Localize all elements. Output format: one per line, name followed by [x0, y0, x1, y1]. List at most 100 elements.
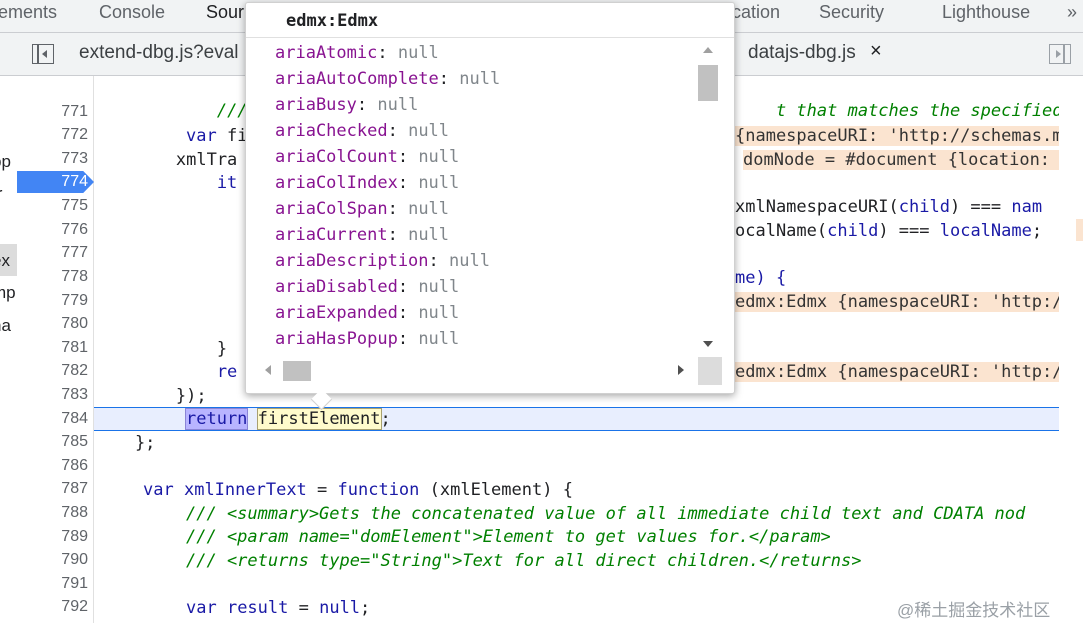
- tab-lighthouse[interactable]: Lighthouse: [942, 0, 1030, 24]
- property-value: null: [418, 277, 460, 297]
- line-number[interactable]: 787: [17, 478, 88, 500]
- line-number[interactable]: 790: [17, 549, 88, 571]
- code-line-773[interactable]: xmlTra: [94, 149, 237, 171]
- file-tab-extend-dbg[interactable]: extend-dbg.js?eval: [79, 42, 239, 64]
- property-row[interactable]: ariaChecked: null: [275, 120, 449, 142]
- line-number[interactable]: 772: [17, 124, 88, 146]
- property-row[interactable]: ariaColSpan: null: [275, 198, 449, 220]
- code-token: xmlTra: [94, 150, 238, 170]
- property-name: ariaExpanded: [275, 303, 398, 323]
- line-number[interactable]: 775: [17, 195, 88, 217]
- line-number[interactable]: 782: [17, 360, 88, 382]
- property-value: null: [377, 95, 419, 115]
- code-token: ocalName(: [735, 221, 828, 241]
- tab-security[interactable]: Security: [819, 0, 884, 24]
- property-name: ariaAutoComplete: [275, 69, 439, 89]
- code-line-782[interactable]: re: [94, 361, 237, 383]
- popover-hscroll-thumb[interactable]: [283, 361, 311, 381]
- property-row[interactable]: ariaColIndex: null: [275, 172, 459, 194]
- scroll-up-icon[interactable]: [703, 47, 713, 53]
- line-number[interactable]: 784: [17, 408, 88, 430]
- scroll-down-icon[interactable]: [703, 341, 713, 347]
- code-line-772[interactable]: var fi: [186, 125, 247, 147]
- more-tabs-button[interactable]: »: [1067, 0, 1077, 24]
- line-number[interactable]: 779: [17, 290, 88, 312]
- hovered-variable[interactable]: firstElement: [256, 408, 382, 430]
- object-preview-popover[interactable]: edmx:Edmx ariaAtomic: null ariaAutoCompl…: [245, 2, 735, 411]
- toggle-navigator-icon[interactable]: [32, 44, 54, 64]
- editor-scrollbar[interactable]: [1059, 76, 1083, 623]
- line-number[interactable]: 771: [17, 101, 88, 123]
- tab-sources[interactable]: Sour: [206, 0, 244, 24]
- watermark: @稀土掘金技术社区: [897, 601, 1051, 620]
- code-line-789[interactable]: /// <param name="domElement">Element to …: [186, 526, 831, 548]
- property-row[interactable]: ariaDescription: null: [275, 250, 490, 272]
- code-token: ;: [360, 598, 371, 618]
- property-row[interactable]: ariaExpanded: null: [275, 302, 459, 324]
- value-hint-779: edmx:Edmx {namespaceURI: 'http://: [735, 291, 1073, 313]
- navigator-item[interactable]: mp: [0, 283, 16, 303]
- property-row[interactable]: ariaBusy: null: [275, 94, 418, 116]
- tab-console[interactable]: Console: [99, 0, 165, 24]
- line-number[interactable]: 783: [17, 384, 88, 406]
- property-row[interactable]: ariaCurrent: null: [275, 224, 449, 246]
- code-line-778-tail[interactable]: me) {: [735, 267, 786, 289]
- code-line-784[interactable]: return firstElement;: [184, 408, 391, 430]
- code-line-792[interactable]: var result = null;: [186, 597, 370, 619]
- scroll-right-icon[interactable]: [678, 365, 684, 375]
- code-line-776-tail[interactable]: ocalName(child) === localName;: [735, 220, 1042, 242]
- tab-elements[interactable]: ements: [0, 0, 57, 24]
- navigator-item[interactable]: na: [0, 316, 11, 336]
- line-number[interactable]: 780: [17, 313, 88, 335]
- inline-value-hint: edmx:Edmx {namespaceURI: 'http://: [735, 362, 1073, 382]
- line-number[interactable]: 781: [17, 337, 88, 359]
- navigator-item[interactable]: pp: [0, 152, 11, 172]
- code-token: =: [306, 480, 338, 500]
- line-number[interactable]: 777: [17, 242, 88, 264]
- navigator-item[interactable]: t:: [0, 120, 1, 140]
- code-line-785[interactable]: };: [94, 432, 155, 454]
- property-row[interactable]: ariaDisabled: null: [275, 276, 459, 298]
- code-line-790[interactable]: /// <returns type="String">Text for all …: [186, 550, 862, 572]
- code-line-787[interactable]: var xmlInnerText = function (xmlElement)…: [143, 479, 573, 501]
- popover-vertical-scrollbar[interactable]: [696, 39, 720, 355]
- line-number[interactable]: 776: [17, 219, 88, 241]
- popover-scroll-thumb[interactable]: [698, 65, 718, 101]
- navigator-item[interactable]: tr: [0, 184, 2, 204]
- scroll-left-icon[interactable]: [265, 365, 271, 375]
- keyword-token: function: [337, 480, 420, 500]
- inline-value-hint: {namespaceURI: 'http://schemas.m: [735, 126, 1063, 146]
- navigator-item[interactable]: ex: [0, 251, 10, 271]
- return-keyword[interactable]: return: [184, 408, 249, 430]
- property-row[interactable]: ariaAtomic: null: [275, 42, 439, 64]
- code-line-775-tail[interactable]: xmlNamespaceURI(child) === nam: [735, 196, 1042, 218]
- popover-horizontal-scrollbar[interactable]: [256, 357, 696, 381]
- line-number-gutter[interactable]: 770 771 772 773 774 775 776 777 778 779 …: [17, 76, 94, 623]
- file-tab-datajs-dbg[interactable]: datajs-dbg.js: [748, 42, 856, 64]
- line-number[interactable]: 788: [17, 502, 88, 524]
- line-number[interactable]: 770: [17, 77, 88, 99]
- line-number[interactable]: 778: [17, 266, 88, 288]
- code-token: }: [94, 339, 228, 359]
- tab-application[interactable]: cation: [732, 0, 780, 24]
- line-number[interactable]: 786: [17, 455, 88, 477]
- value-hint-772: {namespaceURI: 'http://schemas.m: [735, 125, 1063, 147]
- line-number[interactable]: 792: [17, 596, 88, 618]
- line-number[interactable]: 785: [17, 431, 88, 453]
- code-line-774[interactable]: it: [94, 172, 237, 194]
- line-number[interactable]: 773: [17, 148, 88, 170]
- line-number[interactable]: 791: [17, 573, 88, 595]
- code-line-781[interactable]: }: [94, 338, 227, 360]
- close-tab-icon[interactable]: ×: [870, 40, 882, 63]
- code-line-788[interactable]: /// <summary>Gets the concatenated value…: [186, 503, 1025, 525]
- line-number[interactable]: 789: [17, 526, 88, 548]
- property-list[interactable]: ariaAtomic: null ariaAutoComplete: null …: [246, 39, 696, 355]
- line-number-current[interactable]: 774: [17, 171, 88, 193]
- property-row[interactable]: ariaHasPopup: null: [275, 328, 459, 350]
- property-name: ariaBusy: [275, 95, 357, 115]
- property-row[interactable]: ariaColCount: null: [275, 146, 459, 168]
- code-line-783[interactable]: });: [94, 385, 207, 407]
- property-row[interactable]: ariaAutoComplete: null: [275, 68, 500, 90]
- navigator-pane: t: pp tr ex mp na: [0, 76, 17, 623]
- toggle-debugger-icon[interactable]: [1049, 44, 1071, 64]
